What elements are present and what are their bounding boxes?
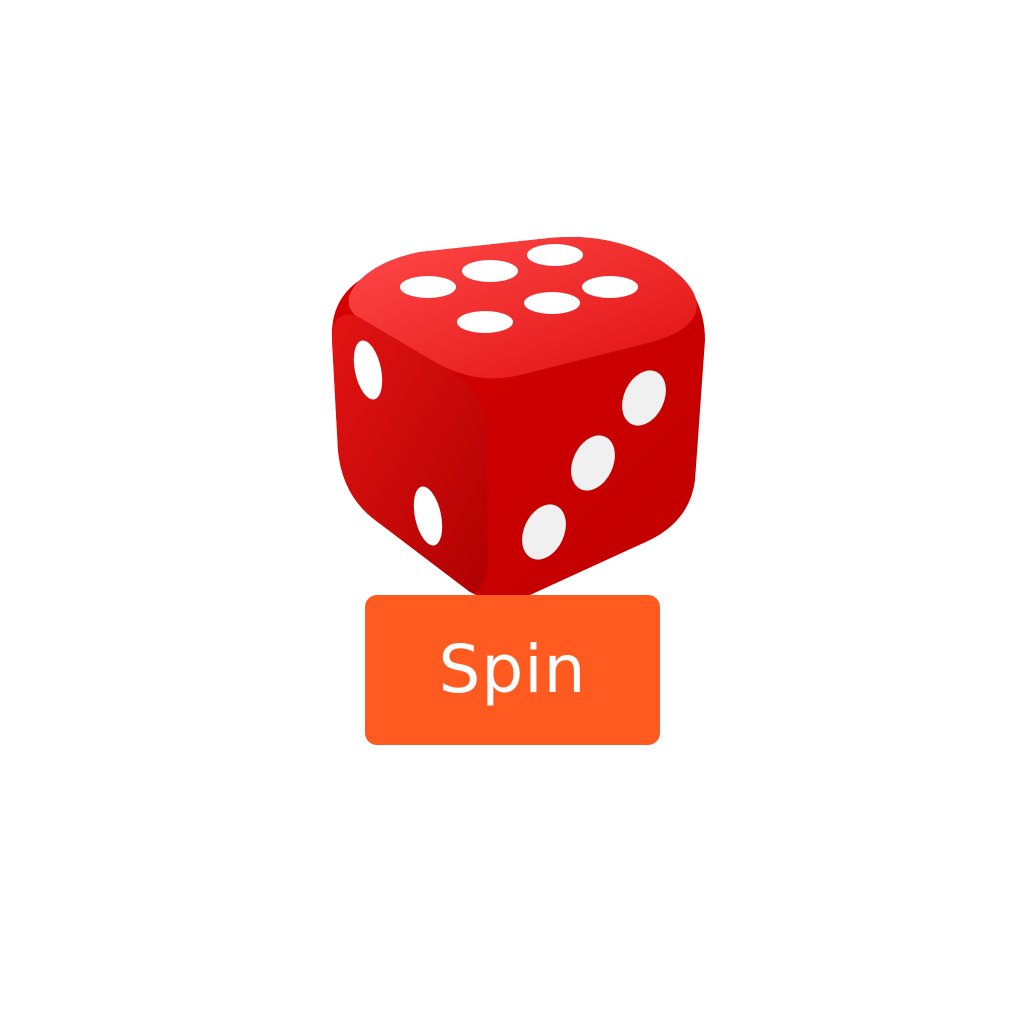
- game-screen: Spin: [0, 0, 1024, 1024]
- pip: [457, 311, 513, 333]
- die-graphic: [331, 236, 705, 601]
- pip: [462, 260, 518, 282]
- pip: [400, 276, 456, 298]
- die-icon: [320, 220, 720, 620]
- pip: [524, 292, 580, 314]
- pip: [582, 276, 638, 298]
- spin-button[interactable]: Spin: [365, 595, 660, 745]
- pip: [527, 244, 583, 266]
